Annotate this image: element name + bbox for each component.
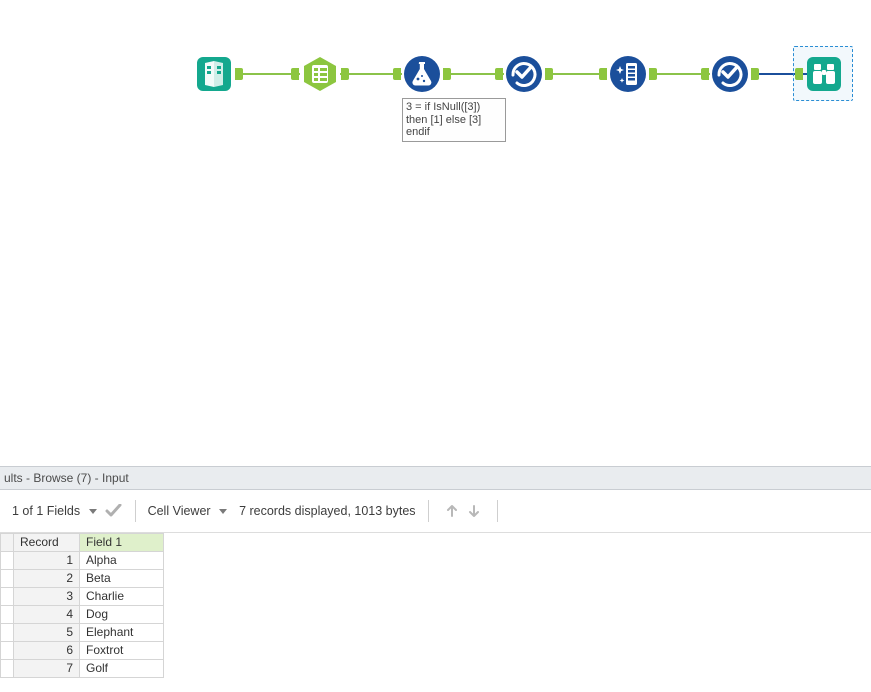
row-handle[interactable] bbox=[1, 588, 14, 606]
output-port[interactable] bbox=[341, 68, 349, 80]
results-toolbar: 1 of 1 Fields Cell Viewer 7 records disp… bbox=[0, 490, 871, 533]
table-row[interactable]: 5 Elephant bbox=[1, 624, 164, 642]
cell-value[interactable]: Foxtrot bbox=[80, 642, 164, 660]
column-header-record[interactable]: Record bbox=[14, 534, 80, 552]
input-port[interactable] bbox=[795, 68, 803, 80]
row-handle-header bbox=[1, 534, 14, 552]
row-handle[interactable] bbox=[1, 642, 14, 660]
output-port[interactable] bbox=[545, 68, 553, 80]
row-handle[interactable] bbox=[1, 660, 14, 678]
workflow-canvas[interactable]: 3 = if IsNull([3]) then [1] else [3] end… bbox=[0, 0, 871, 460]
formula-tool[interactable] bbox=[402, 54, 442, 94]
select-tool[interactable] bbox=[300, 54, 340, 94]
table-header-row: Record Field 1 bbox=[1, 534, 164, 552]
row-handle[interactable] bbox=[1, 570, 14, 588]
table-row[interactable]: 1 Alpha bbox=[1, 552, 164, 570]
chevron-down-icon bbox=[219, 509, 227, 514]
separator bbox=[497, 500, 498, 522]
input-port[interactable] bbox=[495, 68, 503, 80]
arrow-down-button[interactable] bbox=[463, 500, 485, 522]
cell-record: 7 bbox=[14, 660, 80, 678]
formula-annotation: 3 = if IsNull([3]) then [1] else [3] end… bbox=[402, 98, 506, 142]
cell-record: 1 bbox=[14, 552, 80, 570]
chevron-down-icon bbox=[89, 509, 97, 514]
fields-dropdown[interactable]: 1 of 1 Fields bbox=[12, 504, 97, 518]
table-row[interactable]: 6 Foxtrot bbox=[1, 642, 164, 660]
table-row[interactable]: 7 Golf bbox=[1, 660, 164, 678]
cell-value[interactable]: Elephant bbox=[80, 624, 164, 642]
output-port[interactable] bbox=[443, 68, 451, 80]
input-port[interactable] bbox=[393, 68, 401, 80]
browse-tool[interactable] bbox=[804, 54, 844, 94]
checkmark-icon[interactable] bbox=[105, 504, 123, 518]
results-grid[interactable]: Record Field 1 1 Alpha 2 Beta 3 Charlie … bbox=[0, 533, 164, 678]
input-port[interactable] bbox=[291, 68, 299, 80]
cell-record: 3 bbox=[14, 588, 80, 606]
cell-record: 6 bbox=[14, 642, 80, 660]
input-data-tool[interactable] bbox=[194, 54, 234, 94]
connector bbox=[546, 73, 606, 75]
cell-record: 4 bbox=[14, 606, 80, 624]
cell-value[interactable]: Beta bbox=[80, 570, 164, 588]
cell-value[interactable]: Alpha bbox=[80, 552, 164, 570]
cell-value[interactable]: Golf bbox=[80, 660, 164, 678]
cell-viewer-dropdown[interactable]: Cell Viewer bbox=[148, 504, 227, 518]
table-row[interactable]: 3 Charlie bbox=[1, 588, 164, 606]
results-status-text: 7 records displayed, 1013 bytes bbox=[239, 504, 416, 518]
output-port[interactable] bbox=[235, 68, 243, 80]
column-header-field1[interactable]: Field 1 bbox=[80, 534, 164, 552]
fields-dropdown-label: 1 of 1 Fields bbox=[12, 504, 80, 518]
output-port[interactable] bbox=[751, 68, 759, 80]
select-records-tool-1[interactable] bbox=[504, 54, 544, 94]
data-cleanse-tool[interactable] bbox=[608, 54, 648, 94]
separator bbox=[428, 500, 429, 522]
row-handle[interactable] bbox=[1, 624, 14, 642]
cell-record: 2 bbox=[14, 570, 80, 588]
row-handle[interactable] bbox=[1, 552, 14, 570]
cell-value[interactable]: Dog bbox=[80, 606, 164, 624]
table-row[interactable]: 4 Dog bbox=[1, 606, 164, 624]
input-port[interactable] bbox=[701, 68, 709, 80]
arrow-up-button[interactable] bbox=[441, 500, 463, 522]
output-port[interactable] bbox=[649, 68, 657, 80]
input-port[interactable] bbox=[599, 68, 607, 80]
table-row[interactable]: 2 Beta bbox=[1, 570, 164, 588]
cell-record: 5 bbox=[14, 624, 80, 642]
results-panel-title: ults - Browse (7) - Input bbox=[0, 466, 871, 490]
separator bbox=[135, 500, 136, 522]
results-panel: ults - Browse (7) - Input 1 of 1 Fields … bbox=[0, 466, 871, 678]
cell-viewer-label: Cell Viewer bbox=[148, 504, 211, 518]
select-records-tool-2[interactable] bbox=[710, 54, 750, 94]
cell-value[interactable]: Charlie bbox=[80, 588, 164, 606]
row-handle[interactable] bbox=[1, 606, 14, 624]
